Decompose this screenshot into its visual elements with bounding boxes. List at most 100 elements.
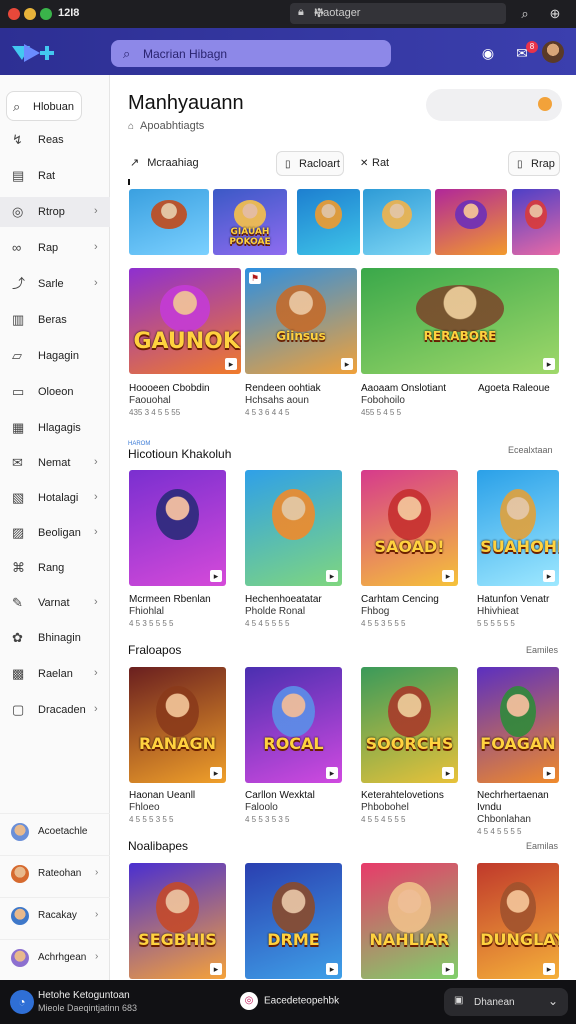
- now-playing[interactable]: ◎ Eacedeteopehbk: [240, 992, 339, 1010]
- extension-icon[interactable]: ✣: [314, 6, 498, 20]
- play-icon[interactable]: ▸: [210, 767, 222, 779]
- settings-icon[interactable]: ⊕: [546, 5, 564, 23]
- game-thumbnail[interactable]: ▸: [245, 470, 342, 586]
- maximize-window-button[interactable]: [40, 8, 52, 20]
- game-caption[interactable]: Hatunfon Venatr Hhivhieat 5 5 5 5 5 5: [477, 594, 563, 630]
- sidebar-item-hotalagi[interactable]: ▧ Hotalagi ›: [0, 483, 110, 513]
- play-icon[interactable]: ▸: [543, 963, 555, 975]
- camera-icon[interactable]: ◉: [478, 43, 498, 63]
- game-thumbnail[interactable]: RANAGN ▸: [129, 667, 226, 783]
- sidebar-item-varnat[interactable]: ✎ Varnat ›: [0, 588, 110, 618]
- sidebar-item-dracaden[interactable]: ▢ Dracaden ›: [0, 695, 110, 725]
- close-window-button[interactable]: [8, 8, 20, 20]
- search-input[interactable]: ⌕ Macrian Hibagn: [111, 40, 391, 67]
- sidebar-item-rtrop[interactable]: ◎ Rtrop ›: [0, 197, 110, 227]
- play-icon[interactable]: ▸: [210, 963, 222, 975]
- game-caption[interactable]: Haonan Ueanll Fhloeo 4 5 5 5 3 5 5: [129, 790, 230, 826]
- game-caption[interactable]: Nechrhertaenan Ivndu Chbonlahan 4 5 4 5 5 …: [477, 790, 563, 838]
- see-all-link[interactable]: Ecealxtaan: [508, 445, 553, 455]
- game-publisher: Chbonlahan: [477, 814, 531, 825]
- tab-rat[interactable]: ✕ Rat: [358, 151, 408, 176]
- sidebar-item-home[interactable]: ⌕ Hlobuan: [6, 91, 82, 121]
- game-thumbnail[interactable]: [363, 189, 431, 255]
- chevron-right-icon: ›: [95, 867, 99, 878]
- play-icon[interactable]: ▸: [543, 570, 555, 582]
- sidebar-item-reas[interactable]: ↯ Reas: [0, 125, 110, 155]
- chevron-down-icon: ⌄: [547, 994, 558, 1008]
- game-thumbnail[interactable]: [435, 189, 507, 255]
- logo-icon[interactable]: [10, 42, 56, 64]
- tab-racloart[interactable]: ▯ Racloart: [276, 151, 344, 176]
- sidebar-item-beras[interactable]: ▥ Beras: [0, 305, 110, 335]
- sidebar-item-rap[interactable]: ∞ Rap ›: [0, 233, 110, 263]
- sidebar-item-raelan[interactable]: ▩ Raelan ›: [0, 659, 110, 689]
- sidebar-item-bhinagin[interactable]: ✿ Bhinagin: [0, 623, 110, 653]
- play-icon[interactable]: ▸: [326, 963, 338, 975]
- play-icon[interactable]: ▸: [326, 767, 338, 779]
- chevron-right-icon: ›: [95, 909, 99, 920]
- sidebar-item-rang[interactable]: ⌘ Rang: [0, 553, 110, 583]
- avatar[interactable]: [542, 41, 564, 63]
- game-thumbnail[interactable]: DRME ▸: [245, 863, 342, 979]
- play-icon[interactable]: ▸: [341, 358, 353, 370]
- see-all-link[interactable]: Eamilas: [526, 841, 558, 851]
- game-thumbnail[interactable]: [512, 189, 560, 255]
- sidebar-user-item[interactable]: Acoetachle: [0, 813, 110, 849]
- search-icon[interactable]: ⌕: [516, 5, 534, 23]
- play-icon[interactable]: ▸: [442, 767, 454, 779]
- play-icon[interactable]: ▸: [543, 767, 555, 779]
- game-thumbnail[interactable]: FOAGAN ▸: [477, 667, 559, 783]
- game-thumbnail[interactable]: SAOAD! ▸: [361, 470, 458, 586]
- bottom-bar: ◔ Hetohe Ketoguntoan Mieole Daeqintjatin…: [0, 980, 576, 1024]
- sidebar-item-nemat[interactable]: ✉ Nemat ›: [0, 448, 110, 478]
- game-caption[interactable]: Keterahtelovetions Phbobohel 4 5 5 4 5 5 5: [361, 790, 462, 826]
- play-icon[interactable]: ▸: [543, 358, 555, 370]
- minimize-window-button[interactable]: [24, 8, 36, 20]
- sidebar-user-item[interactable]: Rateohan ›: [0, 855, 110, 891]
- chevron-right-icon: ›: [94, 667, 98, 679]
- tab-mcraahiag[interactable]: ↗ Mcraahiag: [130, 151, 250, 176]
- address-bar[interactable]: 🔒︎ Maotager ✣: [290, 3, 506, 24]
- game-caption[interactable]: Carhtam Cencing Fhbog 4 5 5 3 5 5 5: [361, 594, 462, 630]
- sidebar-item-oloeon[interactable]: ▭ Oloeon: [0, 377, 110, 407]
- filter-pill[interactable]: [426, 89, 562, 121]
- account-icon[interactable]: ◔: [10, 990, 34, 1014]
- game-thumbnail[interactable]: SUAHOHNI ▸: [477, 470, 559, 586]
- play-icon[interactable]: ▸: [225, 358, 237, 370]
- play-icon[interactable]: ▸: [442, 963, 454, 975]
- sidebar-item-beoligan[interactable]: ▨ Beoligan ›: [0, 518, 110, 548]
- game-caption[interactable]: Mcrmeen Rbenlan Fhiohlal 4 5 3 5 5 5 5: [129, 594, 230, 630]
- sidebar-user-item[interactable]: Racakay ›: [0, 897, 110, 933]
- game-thumbnail[interactable]: GIAUAH POKOAE: [213, 189, 287, 255]
- play-icon[interactable]: ▸: [210, 570, 222, 582]
- see-all-link[interactable]: Eamiles: [526, 645, 558, 655]
- game-caption[interactable]: Carllon Wexktal Faloolo 4 5 5 3 5 3 5: [245, 790, 346, 826]
- chevron-right-icon: ›: [94, 526, 98, 538]
- game-thumbnail[interactable]: SOORCHS ▸: [361, 667, 458, 783]
- game-thumbnail[interactable]: DUNGLAY ▸: [477, 863, 559, 979]
- game-thumbnail[interactable]: Giinsus ▸ ⚑: [245, 268, 357, 374]
- game-thumbnail[interactable]: GAUNOK ▸: [129, 268, 241, 374]
- sidebar-item-hlagagis[interactable]: ▦ Hlagagis: [0, 413, 110, 443]
- sidebar-user-item[interactable]: Achrhgean ›: [0, 939, 110, 975]
- sidebar-item-rat[interactable]: ▤ Rat: [0, 161, 110, 191]
- game-thumbnail[interactable]: SEGBHIS ▸: [129, 863, 226, 979]
- game-thumbnail[interactable]: NAHLIAR ▸: [361, 863, 458, 979]
- game-caption[interactable]: Hechenhoeatatar Pholde Ronal 4 5 4 5 5 5 5: [245, 594, 346, 630]
- game-thumbnail[interactable]: [297, 189, 360, 255]
- tab-rrap[interactable]: ▯ Rrap: [508, 151, 560, 176]
- clipboard-icon: ▧: [12, 490, 25, 505]
- game-thumbnail[interactable]: RERABORE ▸: [361, 268, 559, 374]
- game-caption-extra[interactable]: Agoeta Raleoue: [478, 383, 574, 395]
- action-dropdown[interactable]: ▣ Dhanean ⌄: [444, 988, 568, 1016]
- play-icon[interactable]: ▸: [326, 570, 338, 582]
- sidebar-item-hagagin[interactable]: ▱ Hagagin: [0, 341, 110, 371]
- sidebar-item-sarle[interactable]: ⤴ Sarle ›: [0, 269, 110, 299]
- game-thumbnail[interactable]: ▸: [129, 470, 226, 586]
- play-icon[interactable]: ▸: [442, 570, 454, 582]
- game-caption[interactable]: Rendeen oohtiak Hchsahs aoun 4 5 3 6 4 4 5: [245, 383, 357, 419]
- sidebar-item-label: Hlobuan: [33, 101, 74, 113]
- game-thumbnail[interactable]: [129, 189, 209, 255]
- game-thumbnail[interactable]: ROCAL ▸: [245, 667, 342, 783]
- game-caption[interactable]: Hoooeen Cbobdin Faouohal 435 3 4 5 5 55: [129, 383, 241, 419]
